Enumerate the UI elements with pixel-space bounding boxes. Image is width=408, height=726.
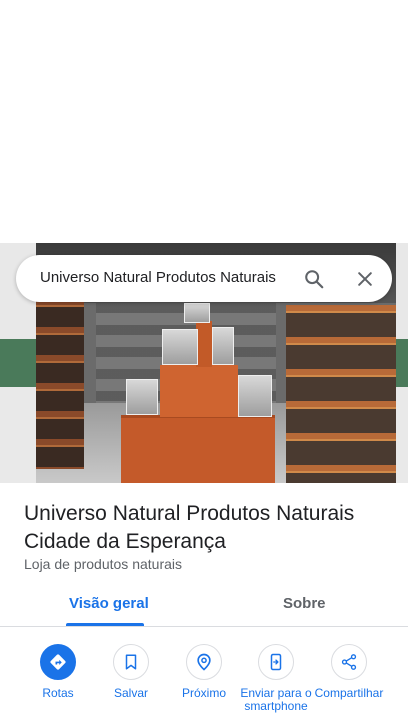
search-bar[interactable]: Universo Natural Produtos Naturais bbox=[16, 255, 392, 302]
send-to-phone-circle[interactable] bbox=[258, 644, 294, 680]
place-panel: Universo Natural Produtos Naturais Unive… bbox=[0, 0, 408, 726]
place-category[interactable]: Loja de produtos naturais bbox=[24, 556, 182, 572]
photo-display-box bbox=[184, 303, 210, 323]
place-title: Universo Natural Produtos Naturais Cidad… bbox=[24, 502, 355, 553]
nearby-label: Próximo bbox=[181, 686, 226, 700]
close-icon bbox=[358, 272, 372, 286]
directions-icon bbox=[50, 654, 66, 670]
photo-display-box bbox=[162, 329, 198, 365]
photo-stand-mid bbox=[160, 365, 238, 417]
search-query[interactable]: Universo Natural Produtos Naturais bbox=[40, 269, 276, 286]
directions-label: Rotas bbox=[42, 686, 74, 700]
directions-circle[interactable] bbox=[40, 644, 76, 680]
photo-stand-base bbox=[121, 415, 275, 483]
clear-button[interactable] bbox=[350, 264, 380, 294]
photo-wall-right bbox=[396, 243, 408, 483]
nearby-icon bbox=[197, 653, 211, 671]
tab-divider bbox=[0, 626, 408, 627]
share-button[interactable]: Compartilhar bbox=[311, 644, 387, 700]
search-button[interactable] bbox=[299, 264, 329, 294]
nearby-circle[interactable] bbox=[186, 644, 222, 680]
photo-display-box bbox=[126, 379, 158, 415]
tab-about[interactable]: Sobre bbox=[283, 595, 326, 612]
share-label: Compartilhar bbox=[314, 686, 384, 700]
directions-button[interactable]: Rotas bbox=[20, 644, 96, 700]
photo-stand-top bbox=[196, 321, 212, 367]
send-to-phone-button[interactable]: Enviar para o smartphone bbox=[238, 644, 314, 713]
photo-shelf-left bbox=[36, 299, 84, 469]
tab-overview[interactable]: Visão geral bbox=[69, 595, 149, 612]
save-circle[interactable] bbox=[113, 644, 149, 680]
photo-display-box bbox=[212, 327, 234, 365]
nearby-button[interactable]: Próximo bbox=[166, 644, 242, 700]
save-button[interactable]: Salvar bbox=[93, 644, 169, 700]
share-circle[interactable] bbox=[331, 644, 367, 680]
save-label: Salvar bbox=[113, 686, 148, 700]
share-icon bbox=[341, 654, 357, 670]
send-to-phone-icon bbox=[270, 653, 282, 671]
photo-display-box bbox=[238, 375, 272, 417]
send-to-phone-label: Enviar para o smartphone bbox=[240, 686, 312, 713]
photo-shelf-right bbox=[286, 305, 396, 483]
bookmark-icon bbox=[125, 654, 137, 670]
search-icon bbox=[305, 270, 324, 289]
